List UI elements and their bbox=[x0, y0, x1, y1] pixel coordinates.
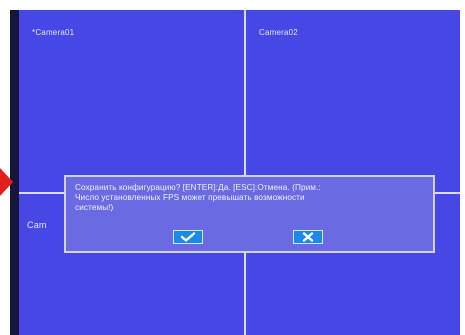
grid-divider-vertical bbox=[244, 10, 246, 335]
camera-label: Camera02 bbox=[259, 28, 298, 37]
red-arrow-pointer-icon bbox=[0, 168, 13, 196]
dialog-message-line: Число установленных FPS может превышать … bbox=[75, 193, 305, 202]
cancel-button[interactable] bbox=[293, 230, 323, 244]
camera-label: *Camera01 bbox=[32, 28, 75, 37]
confirm-button[interactable] bbox=[173, 230, 203, 244]
camera-tile-2[interactable]: Camera02 bbox=[246, 10, 460, 193]
cross-icon bbox=[302, 232, 314, 242]
dialog-message: Сохранить конфигурацию? [ENTER]:Да. [ESC… bbox=[75, 183, 425, 213]
dialog-message-line: системы!) bbox=[75, 203, 114, 212]
save-config-dialog: Сохранить конфигурацию? [ENTER]:Да. [ESC… bbox=[64, 175, 435, 253]
dvr-monitor-screen: *Camera01 Camera02 Cam Сохранить конфигу… bbox=[10, 10, 460, 335]
camera-tile-1[interactable]: *Camera01 bbox=[19, 10, 245, 193]
camera-label: Cam bbox=[27, 220, 47, 230]
photo-frame: *Camera01 Camera02 Cam Сохранить конфигу… bbox=[0, 0, 465, 335]
dialog-message-line: Сохранить конфигурацию? [ENTER]:Да. [ESC… bbox=[75, 183, 321, 192]
checkmark-icon bbox=[180, 232, 196, 242]
